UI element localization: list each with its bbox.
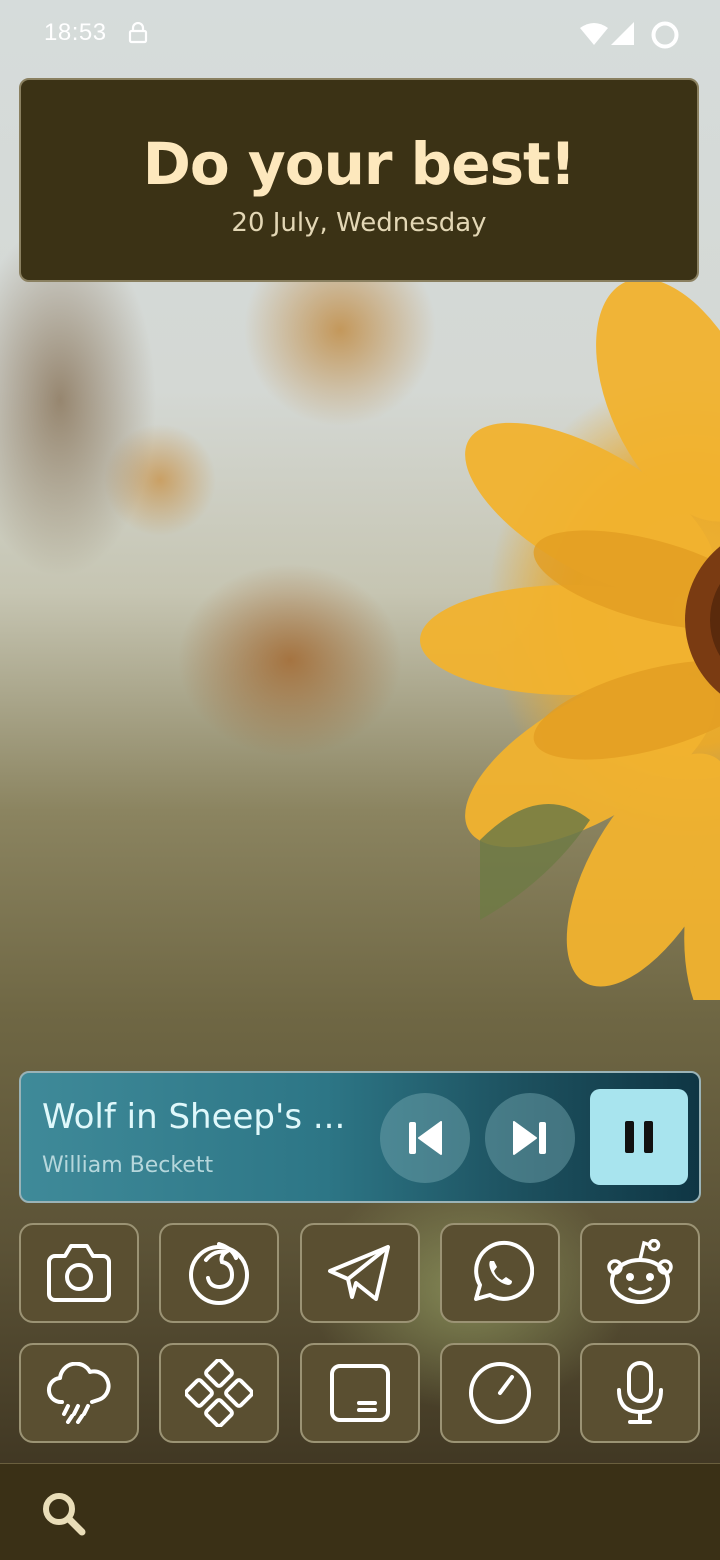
app-launcher-grid[interactable] xyxy=(159,1343,279,1443)
app-notes[interactable] xyxy=(300,1343,420,1443)
recorder-icon xyxy=(617,1361,663,1424)
app-firefox[interactable] xyxy=(159,1223,279,1323)
app-whatsapp[interactable] xyxy=(440,1223,560,1323)
status-time: 18:53 xyxy=(44,19,107,46)
quote-widget[interactable]: Do your best! 20 July, Wednesday xyxy=(19,78,699,282)
app-camera[interactable] xyxy=(19,1223,139,1323)
track-title: Wolf in Sheep's ... xyxy=(42,1097,346,1137)
weather-icon xyxy=(47,1362,111,1424)
signal-icon xyxy=(611,22,634,45)
app-recorder[interactable] xyxy=(580,1343,700,1443)
home-screen: 18:53 Do your best! 20 July, Wednesday W… xyxy=(0,0,720,1560)
track-artist: William Beckett xyxy=(42,1153,214,1178)
reddit-icon xyxy=(607,1239,673,1304)
app-weather[interactable] xyxy=(19,1343,139,1443)
apps-icon xyxy=(185,1359,253,1427)
skip-next-icon xyxy=(513,1121,546,1155)
notes-icon xyxy=(330,1364,390,1422)
quote-title: Do your best! xyxy=(142,130,576,198)
status-bar: 18:53 xyxy=(0,0,720,70)
next-track-button[interactable] xyxy=(485,1093,575,1183)
camera-icon xyxy=(47,1244,111,1302)
pause-icon xyxy=(625,1121,653,1153)
app-clock[interactable] xyxy=(440,1343,560,1443)
clock-icon xyxy=(469,1362,531,1424)
app-telegram[interactable] xyxy=(300,1223,420,1323)
whatsapp-icon xyxy=(474,1240,534,1301)
telegram-icon xyxy=(328,1245,390,1301)
firefox-icon xyxy=(189,1242,249,1305)
app-reddit[interactable] xyxy=(580,1223,700,1323)
skip-previous-icon xyxy=(409,1121,442,1155)
bottom-search-bar[interactable] xyxy=(0,1463,720,1560)
previous-track-button[interactable] xyxy=(380,1093,470,1183)
wallpaper-sunflower xyxy=(420,280,720,1000)
lock-icon xyxy=(128,22,148,44)
search-icon[interactable] xyxy=(40,1490,88,1538)
wifi-icon xyxy=(580,23,608,45)
pause-button[interactable] xyxy=(590,1089,688,1185)
date-label: 20 July, Wednesday xyxy=(231,208,487,238)
battery-icon xyxy=(651,21,679,49)
media-player-widget[interactable]: Wolf in Sheep's ... William Beckett xyxy=(19,1071,701,1203)
